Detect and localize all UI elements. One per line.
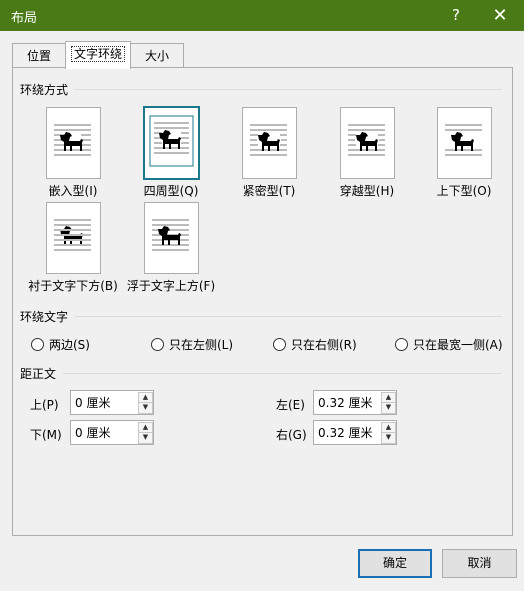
top-bottom-dog-icon (437, 107, 492, 179)
close-button[interactable]: ✕ (478, 0, 522, 31)
tab-panel: 环绕方式 嵌入型(I) 四周型(Q) 紧密型(T) 穿越型(H) 上下型(O) … (12, 67, 513, 536)
inline-dog-icon (46, 107, 101, 179)
ok-button[interactable]: 确定 (358, 549, 432, 578)
radio-both-sides[interactable]: 两边(S) (31, 336, 90, 353)
tight-dog-icon (242, 107, 297, 179)
wrap-option-top-bottom[interactable]: 上下型(O) (416, 107, 512, 207)
distance-heading: 距正文 (20, 367, 57, 381)
spin-down-icon[interactable]: ▼ (381, 432, 396, 444)
left-distance-value: 0.32 厘米 (318, 396, 373, 410)
tab-size[interactable]: 大小 (130, 43, 184, 68)
left-distance-label: 左(E) (276, 398, 305, 412)
tab-position[interactable]: 位置 (12, 43, 66, 68)
bottom-distance-value: 0 厘米 (75, 426, 111, 440)
radio-right-only[interactable]: 只在右侧(R) (273, 336, 357, 353)
cancel-button[interactable]: 取消 (442, 549, 517, 578)
wrap-option-tight[interactable]: 紧密型(T) (221, 107, 317, 207)
right-distance-spinner[interactable]: 0.32 厘米 ▲ ▼ (313, 420, 397, 445)
spin-down-icon[interactable]: ▼ (138, 402, 153, 414)
help-button[interactable]: ? (434, 0, 478, 31)
behind-text-dog-icon (46, 202, 101, 274)
through-dog-icon (340, 107, 395, 179)
wrap-option-through[interactable]: 穿越型(H) (319, 107, 415, 207)
wrap-option-square[interactable]: 四周型(Q) (123, 106, 219, 207)
wrap-option-label: 衬于文字下方(B) (28, 279, 118, 293)
radio-left-only[interactable]: 只在左侧(L) (151, 336, 233, 353)
wrap-option-in-front-text[interactable]: 浮于文字上方(F) (123, 202, 219, 302)
radio-circle (31, 338, 44, 351)
right-distance-label: 右(G) (276, 428, 307, 442)
divider (75, 316, 502, 317)
wrap-option-label: 嵌入型(I) (48, 184, 98, 198)
bottom-distance-label: 下(M) (30, 428, 62, 442)
radio-circle (273, 338, 286, 351)
wrap-option-label: 上下型(O) (436, 184, 492, 198)
wrap-option-behind-text[interactable]: 衬于文字下方(B) (25, 202, 121, 302)
divider (75, 89, 502, 90)
in-front-text-dog-icon (144, 202, 199, 274)
title-bar: 布局 ? ✕ (0, 0, 524, 31)
spin-down-icon[interactable]: ▼ (138, 432, 153, 444)
tab-text-wrapping[interactable]: 文字环绕 (65, 41, 131, 69)
wrap-text-heading: 环绕文字 (20, 310, 69, 324)
wrap-option-label: 穿越型(H) (339, 184, 395, 198)
wrap-style-heading: 环绕方式 (20, 83, 69, 97)
divider (63, 373, 502, 374)
wrap-option-label: 紧密型(T) (242, 184, 296, 198)
window-title: 布局 (11, 11, 38, 26)
radio-circle (151, 338, 164, 351)
right-distance-value: 0.32 厘米 (318, 426, 373, 440)
square-dog-icon (143, 106, 200, 180)
top-distance-value: 0 厘米 (75, 396, 111, 410)
wrap-option-label: 四周型(Q) (143, 184, 199, 198)
spin-down-icon[interactable]: ▼ (381, 402, 396, 414)
wrap-option-inline[interactable]: 嵌入型(I) (25, 107, 121, 207)
radio-circle (395, 338, 408, 351)
radio-largest-only[interactable]: 只在最宽一侧(A) (395, 336, 503, 353)
left-distance-spinner[interactable]: 0.32 厘米 ▲ ▼ (313, 390, 397, 415)
top-distance-label: 上(P) (30, 398, 59, 412)
bottom-distance-spinner[interactable]: 0 厘米 ▲ ▼ (70, 420, 154, 445)
top-distance-spinner[interactable]: 0 厘米 ▲ ▼ (70, 390, 154, 415)
wrap-option-label: 浮于文字上方(F) (126, 279, 216, 293)
